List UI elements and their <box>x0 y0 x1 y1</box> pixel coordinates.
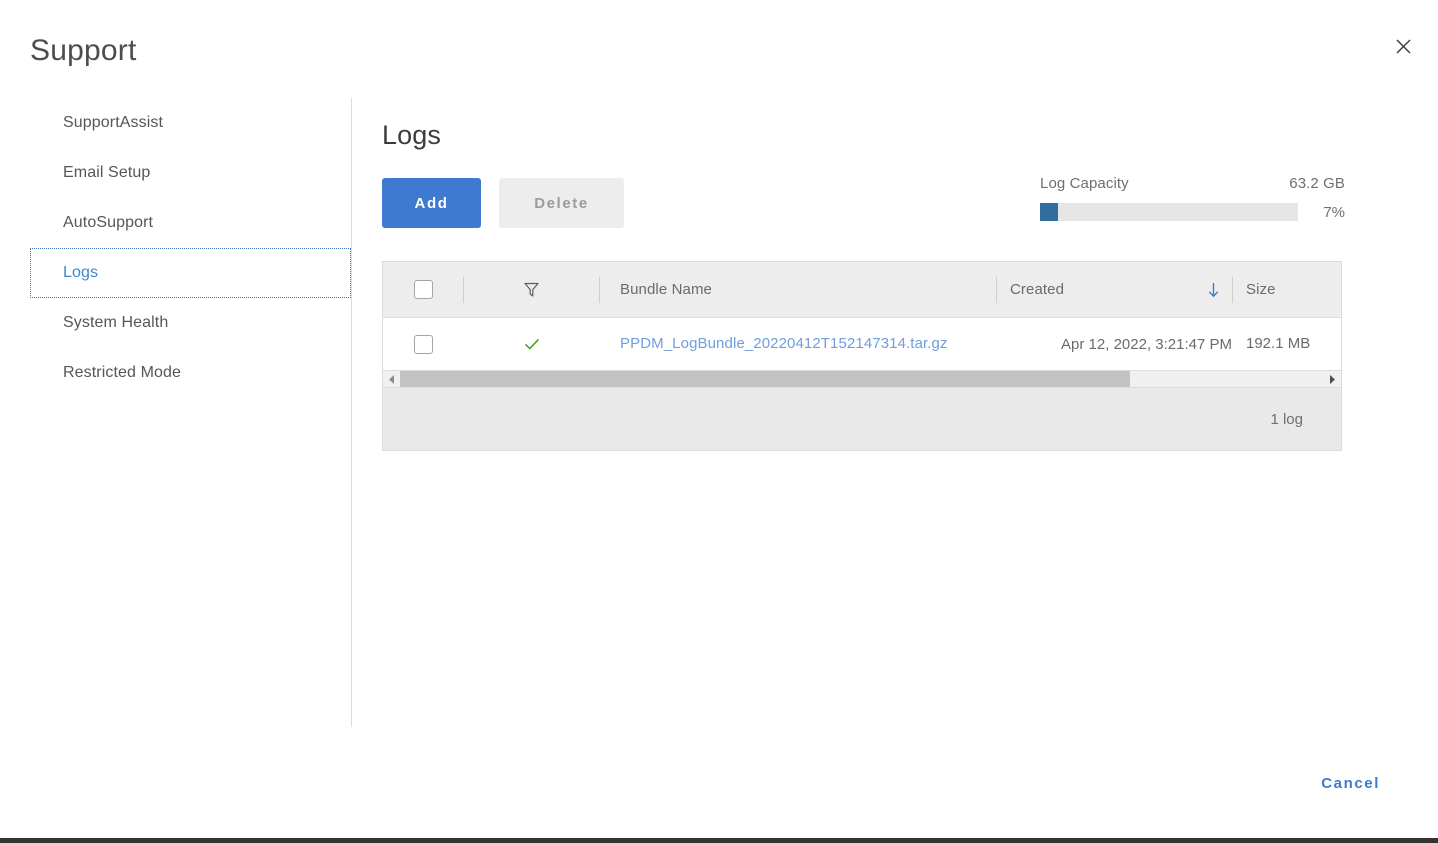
sidebar: SupportAssist Email Setup AutoSupport Lo… <box>30 98 351 398</box>
chevron-left-icon[interactable] <box>383 371 400 387</box>
row-cell-bundle-name: PPDM_LogBundle_20220412T152147314.tar.gz <box>600 335 996 353</box>
sidebar-item-label: SupportAssist <box>63 114 164 131</box>
table-header-row: Bundle Name Created Size <box>383 262 1341 318</box>
add-button[interactable]: Add <box>382 178 481 228</box>
filter-icon[interactable] <box>522 280 541 299</box>
row-count-label: 1 log <box>1270 410 1303 428</box>
log-capacity-percent: 7% <box>1323 203 1345 221</box>
sidebar-item-system-health[interactable]: System Health <box>30 298 351 348</box>
cancel-button[interactable]: Cancel <box>1311 769 1390 798</box>
log-capacity-progress-fill <box>1040 203 1059 221</box>
logs-table: Bundle Name Created Size PPDM_LogBundle_… <box>382 261 1342 451</box>
sidebar-item-label: Logs <box>63 264 99 281</box>
sort-descending-icon[interactable] <box>1205 281 1222 299</box>
log-capacity-widget: Log Capacity 63.2 GB 7% <box>1040 175 1345 221</box>
log-capacity-bar-row: 7% <box>1040 203 1345 221</box>
sidebar-item-logs[interactable]: Logs <box>30 248 351 298</box>
scrollbar-thumb[interactable] <box>400 371 1130 387</box>
sidebar-item-label: Restricted Mode <box>63 364 181 381</box>
check-icon <box>522 334 542 354</box>
sidebar-item-supportassist[interactable]: SupportAssist <box>30 98 351 148</box>
column-header-label: Created <box>1010 281 1065 298</box>
panel-title: Logs <box>382 120 441 150</box>
sidebar-item-label: AutoSupport <box>63 214 154 231</box>
column-header-label: Size <box>1246 280 1276 298</box>
table-row[interactable]: PPDM_LogBundle_20220412T152147314.tar.gz… <box>383 318 1341 370</box>
row-cell-select <box>383 334 463 354</box>
select-all-checkbox[interactable] <box>413 280 433 299</box>
sidebar-item-email-setup[interactable]: Email Setup <box>30 148 351 198</box>
sidebar-item-restricted-mode[interactable]: Restricted Mode <box>30 348 351 398</box>
column-header-label: Bundle Name <box>620 280 712 298</box>
scrollbar-track[interactable] <box>400 371 1324 387</box>
header-cell-bundle-name[interactable]: Bundle Name <box>600 281 996 299</box>
toolbar: Add Delete <box>382 178 624 228</box>
sidebar-item-label: Email Setup <box>63 164 151 181</box>
delete-button: Delete <box>499 178 624 228</box>
bundle-name-link[interactable]: PPDM_LogBundle_20220412T152147314.tar.gz <box>620 335 948 352</box>
header-cell-select-all <box>383 280 463 299</box>
row-checkbox[interactable] <box>413 334 433 354</box>
table-footer: 1 log <box>383 388 1341 450</box>
sidebar-item-autosupport[interactable]: AutoSupport <box>30 198 351 248</box>
created-value: Apr 12, 2022, 3:21:47 PM <box>1061 335 1232 353</box>
log-capacity-label: Log Capacity <box>1040 175 1129 192</box>
modal-footer: Cancel <box>0 728 1438 838</box>
sidebar-divider <box>351 98 352 727</box>
header-cell-status <box>464 280 599 299</box>
header-cell-size[interactable]: Size <box>1233 281 1341 299</box>
size-value: 192.1 MB <box>1246 335 1311 352</box>
close-icon <box>1396 39 1411 54</box>
sidebar-item-label: System Health <box>63 314 169 331</box>
close-button[interactable] <box>1389 32 1417 60</box>
horizontal-scrollbar[interactable] <box>383 370 1341 388</box>
row-cell-created: Apr 12, 2022, 3:21:47 PM <box>997 336 1232 353</box>
row-cell-status <box>464 334 599 354</box>
row-cell-size: 192.1 MB <box>1233 335 1341 353</box>
log-capacity-progress-track <box>1040 203 1298 221</box>
log-capacity-value: 63.2 GB <box>1289 175 1345 192</box>
header-cell-created[interactable]: Created <box>997 281 1232 299</box>
chevron-right-icon[interactable] <box>1324 371 1341 387</box>
support-modal: Support SupportAssist Email Setup AutoSu… <box>0 0 1438 843</box>
bottom-bar <box>0 838 1438 843</box>
log-capacity-header: Log Capacity 63.2 GB <box>1040 175 1345 192</box>
page-title: Support <box>30 34 137 67</box>
